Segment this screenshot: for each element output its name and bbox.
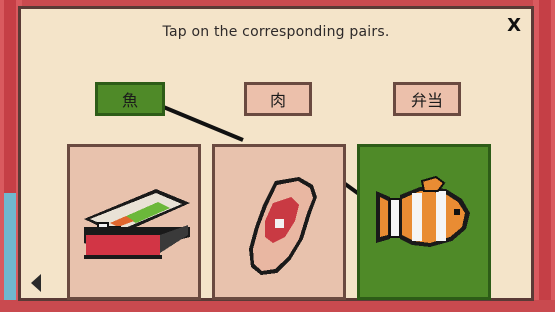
clownfish-icon <box>376 175 470 247</box>
connection-line <box>160 104 244 142</box>
word-tile-fish[interactable]: 魚 <box>95 82 165 116</box>
word-label: 弁当 <box>410 91 443 110</box>
picture-card-fish[interactable] <box>357 144 491 300</box>
picture-card-meat[interactable] <box>212 144 346 300</box>
word-label: 魚 <box>121 91 138 110</box>
picture-card-bento[interactable] <box>67 144 201 300</box>
steak-icon <box>249 177 317 275</box>
bento-box-icon <box>84 189 190 259</box>
quiz-panel: Tap on the corresponding pairs. X 魚 肉 弁当 <box>18 6 534 301</box>
word-tile-bento[interactable]: 弁当 <box>393 82 461 116</box>
back-arrow-icon[interactable] <box>31 274 41 292</box>
right-frame-stripe <box>539 0 551 312</box>
word-label: 肉 <box>269 91 286 110</box>
word-tile-meat[interactable]: 肉 <box>244 82 312 116</box>
progress-bar <box>4 193 16 303</box>
